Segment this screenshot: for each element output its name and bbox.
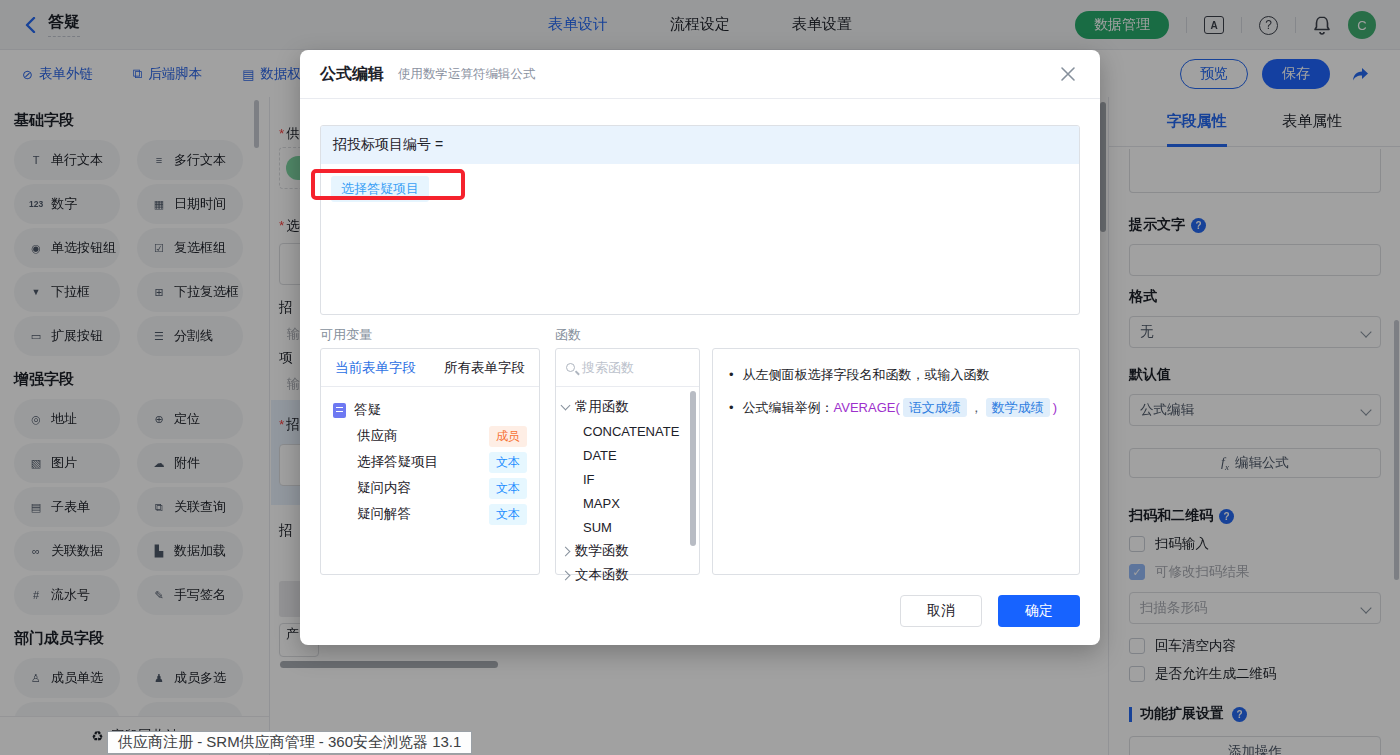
formula-target: 招投标项目编号 = (321, 126, 1079, 164)
variable-row[interactable]: 疑问内容文本 (333, 475, 527, 501)
type-tag-text: 文本 (489, 478, 527, 499)
functions-label: 函数 (555, 326, 581, 344)
tree-root-row[interactable]: 答疑 (333, 397, 527, 423)
function-search[interactable]: 搜索函数 (556, 349, 699, 387)
function-item[interactable]: CONCATENATE (562, 419, 693, 443)
tab-current-form-fields[interactable]: 当前表单字段 (335, 359, 416, 377)
dialog-subtitle: 使用数学运算符编辑公式 (398, 66, 536, 83)
formula-editor[interactable]: 招投标项目编号 = 选择答疑项目 (320, 125, 1080, 315)
variable-row[interactable]: 供应商成员 (333, 423, 527, 449)
cancel-button[interactable]: 取消 (900, 595, 982, 627)
function-group-text[interactable]: 文本函数 (562, 563, 693, 587)
dialog-title: 公式编辑 (320, 64, 384, 85)
function-item[interactable]: IF (562, 467, 693, 491)
type-tag-member: 成员 (489, 426, 527, 447)
type-tag-text: 文本 (489, 452, 527, 473)
function-item[interactable]: DATE (562, 443, 693, 467)
functions-panel: 搜索函数 常用函数 CONCATENATE DATE IF MAPX SUM 数… (555, 348, 700, 575)
variables-label: 可用变量 (320, 326, 372, 344)
function-item[interactable]: MAPX (562, 491, 693, 515)
search-placeholder: 搜索函数 (582, 359, 634, 377)
variable-row[interactable]: 疑问解答文本 (333, 501, 527, 527)
chevron-down-icon (561, 401, 571, 411)
function-group-common[interactable]: 常用函数 (562, 395, 693, 419)
hint-panel: •从左侧面板选择字段名和函数，或输入函数 •公式编辑举例：AVERAGE(语文成… (712, 348, 1080, 575)
functions-scrollbar[interactable] (690, 391, 696, 546)
dialog-header: 公式编辑 使用数学运算符编辑公式 (300, 50, 1100, 99)
annotation-highlight (311, 169, 465, 200)
confirm-button[interactable]: 确定 (998, 595, 1080, 627)
close-icon[interactable] (1060, 66, 1078, 84)
hint-line-2: •公式编辑举例：AVERAGE(语文成绩，数学成绩) (729, 398, 1063, 418)
chevron-right-icon (561, 570, 571, 580)
search-icon (566, 363, 575, 372)
formula-edit-dialog: 公式编辑 使用数学运算符编辑公式 招投标项目编号 = 选择答疑项目 可用变量 函… (300, 50, 1100, 645)
function-group-math[interactable]: 数学函数 (562, 539, 693, 563)
form-icon (333, 403, 346, 418)
type-tag-text: 文本 (489, 504, 527, 525)
function-item[interactable]: SUM (562, 515, 693, 539)
hint-line-1: •从左侧面板选择字段名和函数，或输入函数 (729, 365, 1063, 385)
variables-panel: 当前表单字段 所有表单字段 答疑 供应商成员 选择答疑项目文本 疑问内容文本 疑… (320, 348, 540, 575)
tab-all-form-fields[interactable]: 所有表单字段 (444, 359, 525, 377)
variable-row[interactable]: 选择答疑项目文本 (333, 449, 527, 475)
chevron-right-icon (561, 546, 571, 556)
browser-tooltip: 供应商注册 - SRM供应商管理 - 360安全浏览器 13.1 (107, 731, 472, 754)
